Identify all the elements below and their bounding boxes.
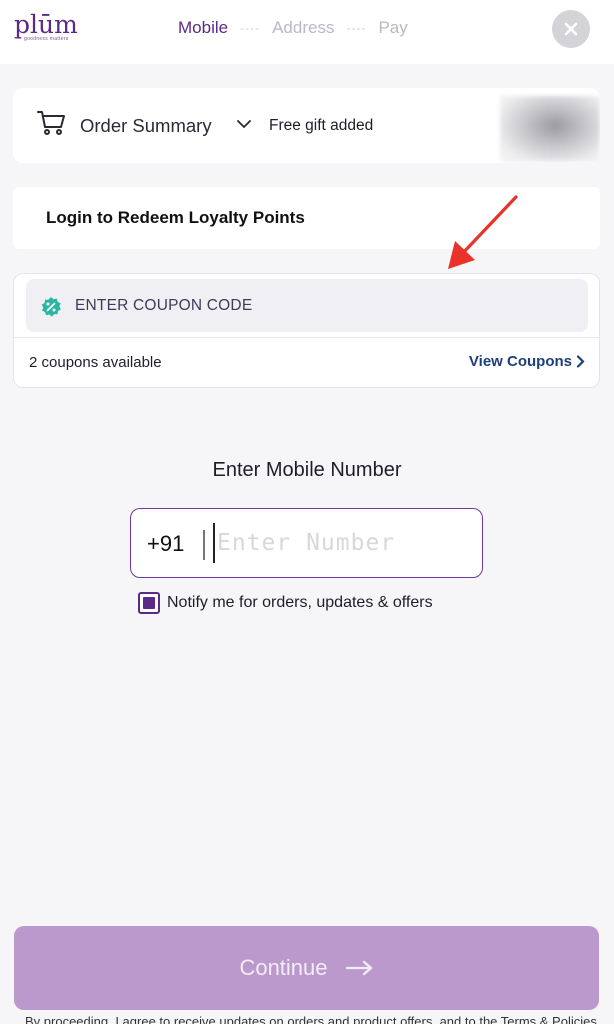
checkout-page: plūm goodness matters Mobile ---- Addres… — [0, 0, 614, 1024]
cart-icon — [37, 111, 65, 135]
step-pay: Pay — [378, 18, 408, 37]
step-separator: ---- — [346, 21, 367, 35]
consent-text: By proceeding, I agree to receive update… — [25, 1014, 597, 1024]
coupon-card: ENTER COUPON CODE 2 coupons available Vi… — [13, 273, 600, 388]
order-summary-title: Order Summary — [80, 115, 212, 136]
product-thumbnail — [500, 96, 600, 162]
mobile-title: Enter Mobile Number — [212, 459, 402, 481]
country-code: +91 — [147, 531, 185, 556]
chevron-down-icon — [237, 120, 251, 129]
checkout-steps: Mobile ---- Address ---- Pay — [178, 18, 408, 38]
phone-number-input[interactable] — [213, 523, 468, 563]
notify-option: Notify me for orders, updates & offers — [138, 592, 433, 614]
continue-label: Continue — [239, 955, 328, 980]
close-icon — [564, 22, 578, 36]
coupon-placeholder: ENTER COUPON CODE — [75, 297, 253, 314]
coupons-available: 2 coupons available — [29, 354, 162, 371]
free-gift-label: Free gift added — [269, 117, 374, 134]
discount-badge-icon — [41, 297, 61, 317]
arrow-right-icon — [345, 960, 372, 976]
phone-divider — [203, 530, 205, 560]
notify-label: Notify me for orders, updates & offers — [167, 594, 433, 611]
checkbox-checked-mark — [143, 597, 155, 609]
view-coupons-link[interactable]: View Coupons — [469, 353, 585, 370]
annotation-arrow-icon — [448, 195, 518, 269]
phone-field: +91 — [130, 508, 483, 578]
view-coupons-label: View Coupons — [468, 353, 572, 370]
logo-wordmark: plūm — [14, 10, 78, 39]
step-mobile: Mobile — [178, 18, 229, 37]
continue-button[interactable]: Continue — [14, 926, 599, 1010]
step-separator: ---- — [240, 21, 261, 35]
plum-logo: plūm goodness matters — [14, 12, 78, 48]
notify-checkbox[interactable] — [138, 592, 160, 614]
header: plūm goodness matters Mobile ---- Addres… — [0, 0, 614, 64]
chevron-right-icon — [576, 355, 585, 368]
step-address: Address — [272, 18, 335, 37]
order-summary-card[interactable]: Order Summary Free gift added — [13, 88, 600, 163]
loyalty-label: Login to Redeem Loyalty Points — [46, 208, 305, 227]
divider — [14, 337, 599, 338]
close-button[interactable] — [552, 10, 590, 48]
coupon-code-input[interactable]: ENTER COUPON CODE — [26, 279, 588, 332]
